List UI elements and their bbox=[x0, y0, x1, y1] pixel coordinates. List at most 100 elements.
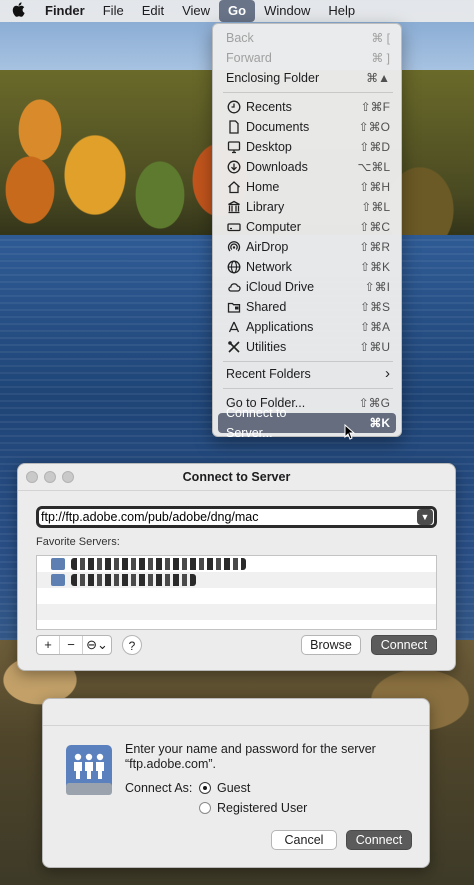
go-menu-downloads[interactable]: Downloads ⌥⌘L bbox=[218, 157, 396, 177]
chevron-down-icon[interactable]: ▼ bbox=[417, 509, 433, 525]
list-item[interactable] bbox=[37, 572, 436, 588]
applications-shortcut: ⇧⌘A bbox=[359, 320, 390, 334]
go-menu-home[interactable]: Home ⇧⌘H bbox=[218, 177, 396, 197]
applications-icon bbox=[224, 317, 244, 337]
auth-connect-button[interactable]: Connect bbox=[346, 830, 412, 850]
connect-as-label: Connect As: bbox=[125, 781, 193, 795]
go-menu-desktop[interactable]: Desktop ⇧⌘D bbox=[218, 137, 396, 157]
applications-label: Applications bbox=[246, 320, 314, 334]
menu-edit[interactable]: Edit bbox=[133, 0, 173, 22]
connect-button[interactable]: Connect bbox=[371, 635, 437, 655]
go-menu: Back ⌘ [ Forward ⌘ ] Enclosing Folder ⌘▲… bbox=[212, 23, 402, 440]
downloads-shortcut: ⌥⌘L bbox=[357, 160, 390, 174]
server-address-input[interactable] bbox=[39, 510, 417, 524]
go-menu-shared[interactable]: Shared ⇧⌘S bbox=[218, 297, 396, 317]
go-menu-connect-to-server[interactable]: Connect to Server... ⌘K bbox=[218, 406, 396, 440]
browse-button[interactable]: Browse bbox=[301, 635, 361, 655]
enclosing-folder-shortcut: ⌘▲ bbox=[366, 71, 390, 85]
utilities-icon bbox=[224, 337, 244, 357]
favorites-toolbar: + − ⊖⌄ ? bbox=[36, 635, 142, 655]
add-favorite-button[interactable]: + bbox=[37, 636, 59, 654]
favorite-servers-list[interactable] bbox=[36, 555, 437, 630]
network-shortcut: ⇧⌘K bbox=[359, 260, 390, 274]
menu-help[interactable]: Help bbox=[319, 0, 364, 22]
go-menu-computer[interactable]: Computer ⇧⌘C bbox=[218, 217, 396, 237]
mouse-pointer-icon bbox=[344, 424, 356, 440]
computer-shortcut: ⇧⌘C bbox=[359, 220, 390, 234]
menu-view[interactable]: View bbox=[173, 0, 219, 22]
go-menu-utilities[interactable]: Utilities ⇧⌘U bbox=[218, 337, 396, 357]
chevron-right-icon: › bbox=[385, 365, 390, 382]
shared-folder-icon bbox=[224, 297, 244, 317]
go-menu-documents[interactable]: Documents ⇧⌘O bbox=[218, 117, 396, 137]
home-label: Home bbox=[246, 180, 280, 194]
menu-window[interactable]: Window bbox=[255, 0, 319, 22]
recents-label: Recents bbox=[246, 100, 292, 114]
enclosing-folder-label: Enclosing Folder bbox=[226, 71, 320, 85]
server-icon bbox=[51, 558, 65, 570]
radio-registered-user[interactable]: Registered User bbox=[199, 801, 307, 815]
help-button[interactable]: ? bbox=[122, 635, 142, 655]
computer-label: Computer bbox=[246, 220, 301, 234]
apple-icon[interactable] bbox=[0, 2, 36, 20]
favorites-segmented-control: + − ⊖⌄ bbox=[36, 635, 112, 655]
home-shortcut: ⇧⌘H bbox=[359, 180, 390, 194]
airdrop-label: AirDrop bbox=[246, 240, 289, 254]
desktop-icon bbox=[224, 137, 244, 157]
cloud-icon bbox=[224, 277, 244, 297]
documents-label: Documents bbox=[246, 120, 310, 134]
radio-guest[interactable]: Guest bbox=[199, 781, 250, 795]
dialog-titlebar bbox=[43, 699, 429, 726]
redacted-server-name bbox=[71, 574, 196, 586]
network-label: Network bbox=[246, 260, 292, 274]
airdrop-shortcut: ⇧⌘R bbox=[359, 240, 390, 254]
shared-label: Shared bbox=[246, 300, 287, 314]
globe-icon bbox=[224, 257, 244, 277]
icloud-drive-shortcut: ⇧⌘I bbox=[364, 280, 390, 294]
go-menu-recent-folders[interactable]: Recent Folders › bbox=[218, 364, 396, 384]
cancel-button[interactable]: Cancel bbox=[271, 830, 337, 850]
go-menu-recents[interactable]: Recents ⇧⌘F bbox=[218, 97, 396, 117]
clock-icon bbox=[224, 97, 244, 117]
documents-shortcut: ⇧⌘O bbox=[358, 120, 390, 134]
back-shortcut: ⌘ [ bbox=[371, 31, 390, 45]
go-menu-applications[interactable]: Applications ⇧⌘A bbox=[218, 317, 396, 337]
icloud-drive-label: iCloud Drive bbox=[246, 280, 315, 294]
authentication-dialog: Enter your name and password for the ser… bbox=[42, 698, 430, 868]
forward-shortcut: ⌘ ] bbox=[371, 51, 390, 65]
list-item bbox=[37, 604, 436, 620]
window-title: Connect to Server bbox=[182, 470, 291, 484]
menu-separator bbox=[223, 361, 393, 362]
go-menu-library[interactable]: Library ⇧⌘L bbox=[218, 197, 396, 217]
favorite-servers-label: Favorite Servers: bbox=[36, 536, 120, 548]
menu-finder[interactable]: Finder bbox=[36, 0, 94, 22]
desktop-shortcut: ⇧⌘D bbox=[359, 140, 390, 154]
go-menu-enclosing-folder[interactable]: Enclosing Folder ⌘▲ bbox=[218, 68, 396, 88]
document-icon bbox=[224, 117, 244, 137]
airdrop-icon bbox=[224, 237, 244, 257]
go-menu-network[interactable]: Network ⇧⌘K bbox=[218, 257, 396, 277]
library-label: Library bbox=[246, 200, 285, 214]
network-volume-icon bbox=[66, 745, 112, 795]
radio-button-selected[interactable] bbox=[199, 782, 211, 794]
go-menu-airdrop[interactable]: AirDrop ⇧⌘R bbox=[218, 237, 396, 257]
go-to-folder-shortcut: ⇧⌘G bbox=[358, 396, 390, 410]
go-menu-forward: Forward ⌘ ] bbox=[218, 48, 396, 68]
remove-favorite-button[interactable]: − bbox=[59, 636, 82, 654]
more-options-button[interactable]: ⊖⌄ bbox=[82, 636, 111, 654]
server-address-field[interactable]: ▼ bbox=[36, 506, 437, 528]
menu-go[interactable]: Go bbox=[219, 0, 256, 22]
desktop-label: Desktop bbox=[246, 140, 292, 154]
shared-shortcut: ⇧⌘S bbox=[359, 300, 390, 314]
menu-file[interactable]: File bbox=[94, 0, 133, 22]
radio-button[interactable] bbox=[199, 802, 211, 814]
back-label: Back bbox=[226, 31, 254, 45]
registered-user-label: Registered User bbox=[217, 801, 308, 815]
menu-separator bbox=[223, 388, 393, 389]
library-shortcut: ⇧⌘L bbox=[361, 200, 390, 214]
go-menu-icloud-drive[interactable]: iCloud Drive ⇧⌘I bbox=[218, 277, 396, 297]
menu-separator bbox=[223, 92, 393, 93]
list-item bbox=[37, 588, 436, 604]
list-item[interactable] bbox=[37, 556, 436, 572]
menu-bar: Finder File Edit View Go Window Help bbox=[0, 0, 474, 22]
